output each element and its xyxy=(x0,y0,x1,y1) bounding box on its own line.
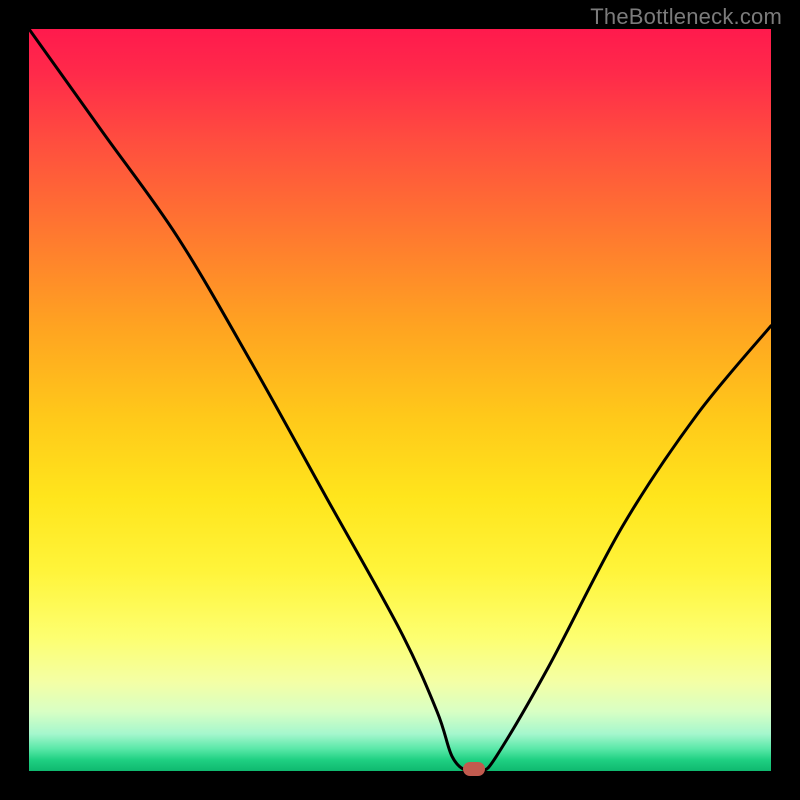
watermark-text: TheBottleneck.com xyxy=(590,4,782,30)
minimum-marker xyxy=(463,762,485,776)
chart-frame: TheBottleneck.com xyxy=(0,0,800,800)
bottleneck-curve xyxy=(0,0,800,800)
